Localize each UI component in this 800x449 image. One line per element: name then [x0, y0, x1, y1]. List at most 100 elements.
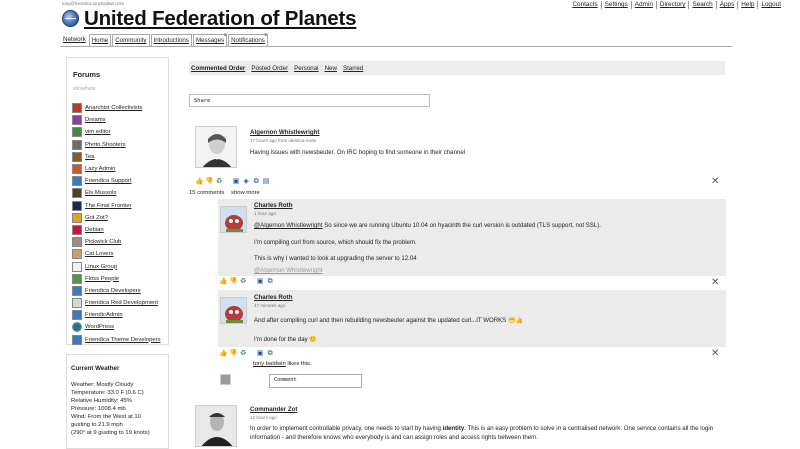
like-icon[interactable]: 👍 [219, 278, 227, 286]
forum-name: Linux Group [85, 263, 118, 270]
star-icon[interactable]: ▣ [232, 178, 240, 186]
forum-item[interactable]: Anarchist Collectivists [72, 102, 168, 114]
nav-logout[interactable]: Logout [757, 1, 784, 9]
likes-suffix: likes this. [285, 361, 312, 367]
mention-link[interactable]: @Algernon Whistlewright [254, 267, 323, 274]
top-navigation: Contacts Settings Admin Directory Search… [569, 1, 784, 9]
tab-community[interactable]: Community [112, 34, 150, 46]
cartoon-avatar-image [221, 298, 246, 323]
forum-item[interactable]: Friendica Support [72, 175, 168, 187]
filer-icon[interactable]: ⧉ [266, 350, 274, 358]
nav-apps[interactable]: Apps [715, 1, 738, 9]
post-author-name[interactable]: Commander Zot [250, 406, 297, 413]
tab-posted-order[interactable]: Posted Order [251, 65, 288, 72]
comment-author-avatar[interactable] [220, 206, 247, 233]
site-title[interactable]: United Federation of Planets [84, 7, 357, 31]
nav-settings[interactable]: Settings [600, 1, 631, 9]
forum-item[interactable]: WordPress [72, 321, 168, 333]
forum-item[interactable]: Photo Shooters [72, 139, 168, 151]
forum-name: Pickwick Club [85, 239, 122, 246]
forum-item[interactable]: Pickwick Club [72, 236, 168, 248]
dislike-icon[interactable]: 👎 [229, 278, 237, 286]
weather-line: (290° at 9 gusting to 19 knots) [71, 430, 150, 436]
tab-commented-order[interactable]: Commented Order [191, 65, 245, 72]
share-input[interactable]: Share [189, 94, 430, 107]
party-smiley-icon: 😁👍 [507, 317, 524, 324]
forum-item[interactable]: FriendicAdmin [72, 309, 168, 321]
nav-search[interactable]: Search [688, 1, 715, 9]
delete-comment-close-icon[interactable]: ✕ [711, 278, 719, 288]
forum-avatar-icon [72, 285, 82, 296]
comment-author-name[interactable]: Charles Roth [254, 202, 293, 209]
weather-line: Temperature: 33.0 F (0.6 C) [71, 390, 144, 396]
comment-author-name[interactable]: Charles Roth [254, 294, 293, 301]
post-author-avatar[interactable] [195, 126, 237, 168]
tab-introductions-label: Introductions [153, 37, 189, 44]
messages-count-badge: 1 [223, 32, 227, 37]
nav-directory[interactable]: Directory [655, 1, 689, 9]
forum-item[interactable]: Tea [72, 151, 168, 163]
forum-avatar-icon [72, 298, 82, 309]
cartoon-avatar-image [221, 207, 246, 232]
stream-order-tabs: Commented Order Posted Order Personal Ne… [189, 61, 725, 75]
delete-comment-close-icon[interactable]: ✕ [711, 349, 719, 359]
forum-item[interactable]: Friendica Theme Developers [72, 334, 168, 346]
nav-admin[interactable]: Admin [630, 1, 656, 9]
weather-line: Relative Humidity: 45% [71, 398, 132, 404]
post-author-avatar[interactable] [195, 405, 237, 447]
tab-messages[interactable]: Messages 1 [192, 32, 228, 46]
comment-author-avatar[interactable] [220, 297, 247, 324]
tag-icon[interactable]: ◈ [242, 178, 250, 186]
tab-home[interactable]: Home [88, 34, 112, 46]
share-icon[interactable]: ♻ [239, 350, 247, 358]
forum-item[interactable]: Els Mussols [72, 187, 168, 199]
post-timestamp: 17 hours ago from identica-node [250, 138, 317, 143]
tab-notifications-label: Notifications [231, 37, 265, 44]
filer-icon[interactable]: ⧉ [252, 178, 260, 186]
like-icon[interactable]: 👍 [219, 350, 227, 358]
forum-item[interactable]: Friendica Red Development [72, 297, 168, 309]
comment-line: And after compiling curl and then rebuil… [254, 317, 523, 324]
tab-network[interactable]: Network [61, 34, 88, 46]
filer-icon[interactable]: ⧉ [266, 278, 274, 286]
forum-avatar-icon [72, 261, 82, 272]
tab-starred[interactable]: Starred [343, 65, 363, 72]
star-icon[interactable]: ▣ [256, 350, 264, 358]
tab-introductions[interactable]: Introductions [150, 34, 192, 46]
comment-input[interactable]: Comment [269, 374, 362, 388]
share-icon[interactable]: ♻ [215, 178, 223, 186]
forum-item[interactable]: Friendica Developers [72, 285, 168, 297]
tab-new[interactable]: New [325, 65, 337, 72]
nav-help[interactable]: Help [737, 1, 757, 9]
forum-item[interactable]: Dreams [72, 114, 168, 126]
bookmark-icon[interactable]: ▤ [262, 178, 270, 186]
forum-item[interactable]: The Final Frontier [72, 200, 168, 212]
forum-item[interactable]: Cat Lovers [72, 248, 168, 260]
forum-item[interactable]: Linux Group [72, 260, 168, 272]
forum-avatar-icon [72, 164, 82, 175]
forum-name: Floss People [85, 275, 120, 282]
like-icon[interactable]: 👍 [195, 178, 203, 186]
forum-item[interactable]: Got Zot? [72, 212, 168, 224]
share-icon[interactable]: ♻ [239, 278, 247, 286]
post-actions: 👍 👎 ♻ ▣ ◈ ⧉ ▤ [195, 178, 270, 186]
comment-timestamp: 47 minutes ago [254, 303, 286, 308]
liker-name-link[interactable]: tony baldwin [253, 361, 286, 367]
portrait-image [196, 406, 236, 446]
dislike-icon[interactable]: 👎 [229, 350, 237, 358]
mention-link[interactable]: @Algernon Whistlewright [254, 222, 323, 229]
comment-line-text: So since we are running Ubuntu 10.04 on … [322, 222, 601, 229]
dislike-icon[interactable]: 👎 [205, 178, 213, 186]
show-more-link[interactable]: show more [231, 190, 260, 196]
star-icon[interactable]: ▣ [256, 278, 264, 286]
forums-show-hide-toggle[interactable]: show/hide [73, 86, 96, 92]
forum-item[interactable]: Floss People [72, 273, 168, 285]
delete-post-close-icon[interactable]: ✕ [711, 177, 719, 187]
nav-contacts[interactable]: Contacts [569, 1, 600, 9]
post-author-name[interactable]: Algernon Whistlewright [250, 129, 319, 136]
forum-item[interactable]: vim editor [72, 126, 168, 138]
tab-personal[interactable]: Personal [294, 65, 318, 72]
forum-item[interactable]: Debian [72, 224, 168, 236]
tab-notifications[interactable]: Notifications 2 [228, 32, 268, 46]
forum-item[interactable]: Lazy Admin [72, 163, 168, 175]
